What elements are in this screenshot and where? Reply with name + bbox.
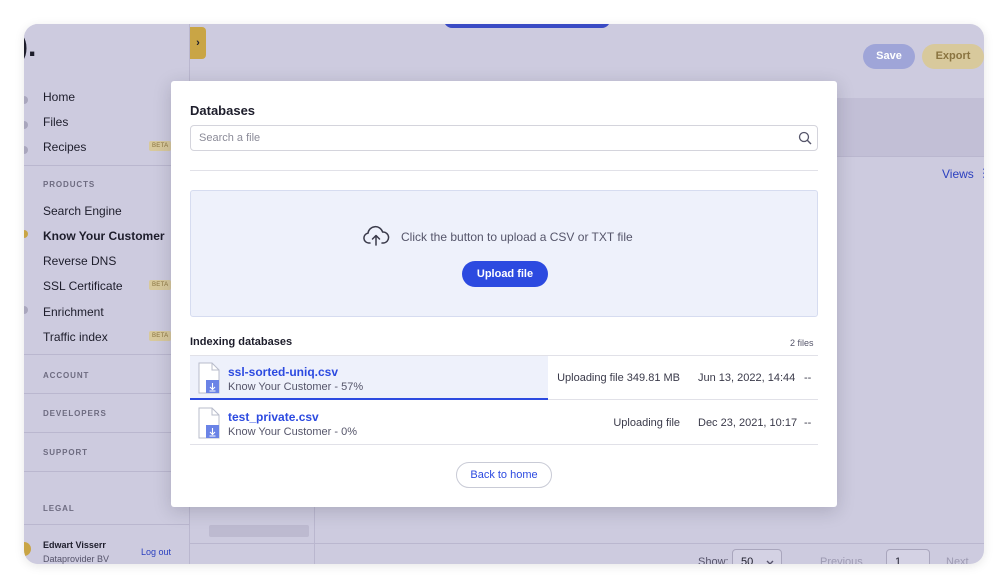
sidebar-item-enrichment[interactable]: Enrichment [43, 305, 104, 319]
file-name[interactable]: test_private.csv [228, 410, 319, 424]
sidebar-collapse-button[interactable]: › [190, 27, 206, 59]
file-date: Dec 23, 2021, 10:17 [698, 417, 798, 429]
user-company: Dataprovider BV [43, 554, 110, 564]
file-count: 2 files [790, 338, 814, 348]
sidebar: ). Home Files Recipes BETA PRODUCTS Sear… [24, 24, 190, 564]
footer-divider [190, 543, 984, 544]
nav-dot-icon [24, 146, 28, 154]
active-indicator-icon [24, 230, 28, 238]
sidebar-section-account[interactable]: ACCOUNT [43, 371, 89, 380]
page-size-value: 50 [741, 556, 754, 564]
search-icon[interactable] [798, 131, 812, 145]
avatar [24, 542, 31, 556]
next-page-button[interactable]: Next [946, 556, 969, 564]
logo: ). [24, 30, 37, 63]
search-input[interactable] [190, 125, 818, 151]
sidebar-item-search-engine[interactable]: Search Engine [43, 204, 122, 218]
placeholder-bar [209, 525, 309, 537]
sidebar-section-products: PRODUCTS [43, 180, 96, 189]
file-subtitle: Know Your Customer - 0% [228, 426, 358, 438]
file-status: Uploading file [613, 417, 680, 429]
file-upload-icon [198, 362, 220, 394]
nav-dot-icon [24, 96, 28, 104]
cloud-upload-icon [363, 225, 390, 246]
databases-modal: Databases Click the button to upload a C… [171, 81, 837, 507]
file-subtitle: Know Your Customer - 57% [228, 381, 364, 393]
sidebar-divider [24, 471, 190, 472]
views-menu-icon[interactable]: ⋮ [978, 166, 984, 180]
upload-file-button[interactable]: Upload file [462, 261, 548, 287]
sidebar-section-developers[interactable]: DEVELOPERS [43, 409, 107, 418]
views-button[interactable]: Views [942, 167, 974, 181]
export-button[interactable]: Export [922, 44, 984, 69]
sidebar-item-recipes[interactable]: Recipes [43, 140, 86, 154]
sidebar-divider [24, 432, 190, 433]
page-size-label: Show: [698, 556, 729, 564]
beta-badge: BETA [149, 141, 172, 151]
file-actions[interactable]: -- [804, 372, 811, 384]
file-status: Uploading file 349.81 MB [557, 372, 680, 384]
previous-page-button[interactable]: Previous [820, 556, 863, 564]
beta-badge: BETA [149, 331, 172, 341]
nav-dot-icon [24, 121, 28, 129]
top-action-pill[interactable] [444, 24, 610, 28]
indexing-title: Indexing databases [190, 336, 293, 348]
upload-dropzone[interactable]: Click the button to upload a CSV or TXT … [190, 190, 818, 317]
sidebar-item-home[interactable]: Home [43, 90, 75, 104]
sidebar-item-ssl-certificate[interactable]: SSL Certificate [43, 279, 123, 293]
file-date: Jun 13, 2022, 14:44 [698, 372, 796, 384]
save-button[interactable]: Save [863, 44, 915, 69]
sidebar-item-traffic-index[interactable]: Traffic index [43, 330, 108, 344]
app-window: ). Home Files Recipes BETA PRODUCTS Sear… [24, 24, 984, 564]
chevron-down-icon [766, 560, 774, 564]
beta-badge: BETA [149, 280, 172, 290]
sidebar-divider [24, 165, 190, 166]
modal-divider [190, 170, 818, 171]
sidebar-divider [24, 354, 190, 355]
file-upload-icon [198, 407, 220, 439]
column-divider [314, 504, 315, 564]
sidebar-item-files[interactable]: Files [43, 115, 68, 129]
file-row[interactable]: test_private.csv Know Your Customer - 0%… [190, 401, 818, 445]
sidebar-divider [24, 524, 190, 525]
sidebar-item-reverse-dns[interactable]: Reverse DNS [43, 254, 116, 268]
sidebar-section-legal[interactable]: LEGAL [43, 504, 75, 513]
nav-dot-icon [24, 306, 28, 314]
file-name[interactable]: ssl-sorted-uniq.csv [228, 365, 338, 379]
sidebar-section-support[interactable]: SUPPORT [43, 448, 88, 457]
sidebar-item-know-your-customer[interactable]: Know Your Customer [43, 229, 165, 243]
modal-title: Databases [190, 103, 256, 118]
logout-link[interactable]: Log out [141, 547, 171, 557]
file-actions[interactable]: -- [804, 417, 811, 429]
user-name: Edwart Visserr [43, 540, 106, 550]
file-row[interactable]: ssl-sorted-uniq.csv Know Your Customer -… [190, 356, 818, 400]
page-size-select[interactable]: 50 [732, 549, 782, 564]
sidebar-divider [24, 393, 190, 394]
dropzone-text: Click the button to upload a CSV or TXT … [401, 230, 633, 244]
back-to-home-button[interactable]: Back to home [456, 462, 552, 488]
page-number-input[interactable]: 1 [886, 549, 930, 564]
